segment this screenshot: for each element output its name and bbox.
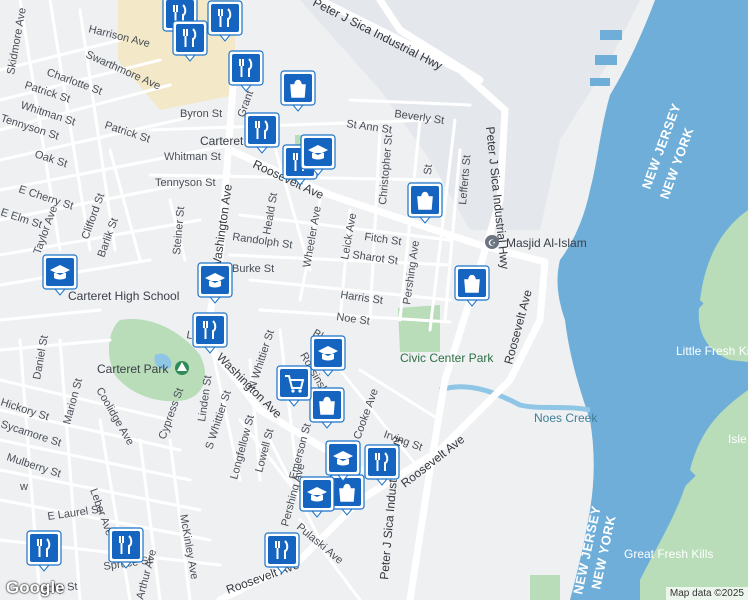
shopping-bag-icon[interactable]: [309, 387, 345, 429]
label-park: Carteret Park: [97, 362, 169, 376]
civic-center-park-area: [398, 305, 440, 352]
restaurant-icon[interactable]: [244, 112, 280, 154]
restaurant-icon[interactable]: [364, 444, 400, 486]
school-icon[interactable]: [325, 440, 361, 482]
label-city: Carteret: [200, 134, 244, 148]
label-high-school: Carteret High School: [68, 289, 179, 303]
park-tree-icon[interactable]: [175, 361, 189, 375]
restaurant-icon[interactable]: [264, 532, 300, 574]
shopping-cart-icon[interactable]: [276, 365, 312, 407]
shopping-bag-icon[interactable]: [454, 265, 490, 307]
school-icon[interactable]: [300, 134, 336, 176]
shopping-bag-icon[interactable]: [329, 474, 365, 516]
label-civic-park: Civic Center Park: [400, 351, 494, 365]
label-tennyson2: Tennyson St: [155, 177, 216, 189]
restaurant-icon[interactable]: [26, 530, 62, 572]
label-creek: Noes Creek: [534, 411, 598, 425]
map-attribution: Map data ©2025: [665, 587, 748, 600]
label-little-fresh-kills: Little Fresh Kills: [676, 344, 748, 358]
label-byron: Byron St: [180, 108, 222, 120]
school-icon[interactable]: [310, 335, 346, 377]
restaurant-icon[interactable]: [228, 50, 264, 92]
restaurant-icon[interactable]: [192, 312, 228, 354]
label-great-fresh-kills: Great Fresh Kills: [624, 547, 713, 561]
label-ave-w: w: [19, 481, 28, 493]
google-logo: Google: [6, 578, 65, 597]
mosque-icon[interactable]: ☪: [485, 235, 499, 249]
restaurant-icon[interactable]: [172, 20, 208, 62]
label-whitman2: Whitman St: [164, 151, 221, 163]
school-icon[interactable]: [299, 476, 335, 518]
school-icon[interactable]: [42, 254, 78, 296]
label-mosque: Masjid Al-Islam: [506, 236, 587, 250]
label-burke: Burke St: [232, 263, 274, 275]
restaurant-icon[interactable]: [108, 527, 144, 569]
bottom-green: [530, 575, 560, 600]
svg-text:☪: ☪: [488, 239, 496, 249]
restaurant-icon[interactable]: [207, 0, 243, 42]
school-icon[interactable]: [197, 262, 233, 304]
label-isle-meadow: Isle Meadow: [728, 432, 748, 446]
label-st-w: St: [422, 164, 435, 175]
shopping-bag-icon[interactable]: [407, 182, 443, 224]
map-canvas[interactable]: Harrison Ave Swarthmore Ave Skidmore Ave…: [0, 0, 748, 600]
label-civic-park-text: Civic Center Park: [400, 351, 494, 365]
shopping-bag-icon[interactable]: [280, 70, 316, 112]
